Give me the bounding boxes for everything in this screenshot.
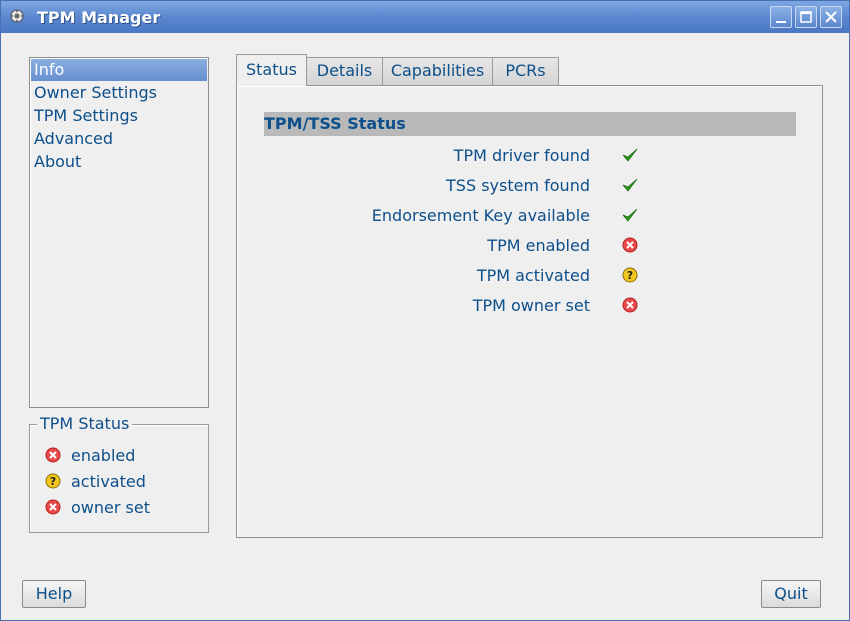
status-row-label: TSS system found	[446, 176, 590, 195]
title-bar[interactable]: TPM Manager	[1, 1, 849, 33]
close-icon	[825, 11, 837, 23]
tab-details-label: Details	[316, 61, 373, 80]
tab-status-label: Status	[246, 60, 297, 79]
status-row-label: TPM driver found	[453, 146, 590, 165]
svg-text:?: ?	[50, 475, 56, 488]
quit-button[interactable]: Quit	[761, 580, 821, 608]
tab-pcrs[interactable]: PCRs	[492, 57, 559, 85]
maximize-icon	[800, 11, 812, 23]
check-icon	[622, 207, 638, 223]
main-window: TPM Manager Info Owner Settings TPM Sett…	[0, 0, 850, 621]
nav-item-about[interactable]: About	[31, 151, 207, 173]
status-owner-set-label: owner set	[71, 498, 150, 517]
nav-item-tpm-settings[interactable]: TPM Settings	[31, 105, 207, 127]
question-icon: ?	[622, 267, 638, 283]
question-icon: ?	[45, 473, 61, 489]
help-button[interactable]: Help	[22, 580, 86, 608]
section-header: TPM/TSS Status	[264, 112, 796, 136]
app-gear-icon	[9, 8, 25, 24]
tab-details[interactable]: Details	[306, 57, 383, 85]
nav-item-owner-settings[interactable]: Owner Settings	[31, 82, 207, 104]
minimize-button[interactable]	[770, 6, 792, 28]
window-title: TPM Manager	[37, 8, 161, 27]
minimize-icon	[776, 21, 786, 23]
status-enabled-label: enabled	[71, 446, 136, 465]
status-row-label: TPM owner set	[472, 296, 590, 315]
nav-item-advanced[interactable]: Advanced	[31, 128, 207, 150]
status-row-label: TPM enabled	[487, 236, 590, 255]
tab-capabilities[interactable]: Capabilities	[382, 57, 493, 85]
check-icon	[622, 177, 638, 193]
maximize-button[interactable]	[795, 6, 817, 28]
navigation-list[interactable]: Info Owner Settings TPM Settings Advance…	[29, 57, 209, 408]
close-button[interactable]	[820, 6, 842, 28]
status-row-label: Endorsement Key available	[371, 206, 590, 225]
tpm-status-group-title: TPM Status	[37, 414, 133, 433]
error-icon	[45, 447, 61, 463]
tab-capabilities-label: Capabilities	[390, 61, 485, 80]
error-icon	[622, 237, 638, 253]
status-activated-label: activated	[71, 472, 146, 491]
nav-item-info[interactable]: Info	[31, 59, 207, 81]
error-icon	[45, 499, 61, 515]
tab-status[interactable]: Status	[236, 54, 307, 86]
check-icon	[622, 147, 638, 163]
error-icon	[622, 297, 638, 313]
svg-text:?: ?	[627, 269, 633, 282]
tab-pcrs-label: PCRs	[505, 61, 546, 80]
status-row-label: TPM activated	[476, 266, 590, 285]
